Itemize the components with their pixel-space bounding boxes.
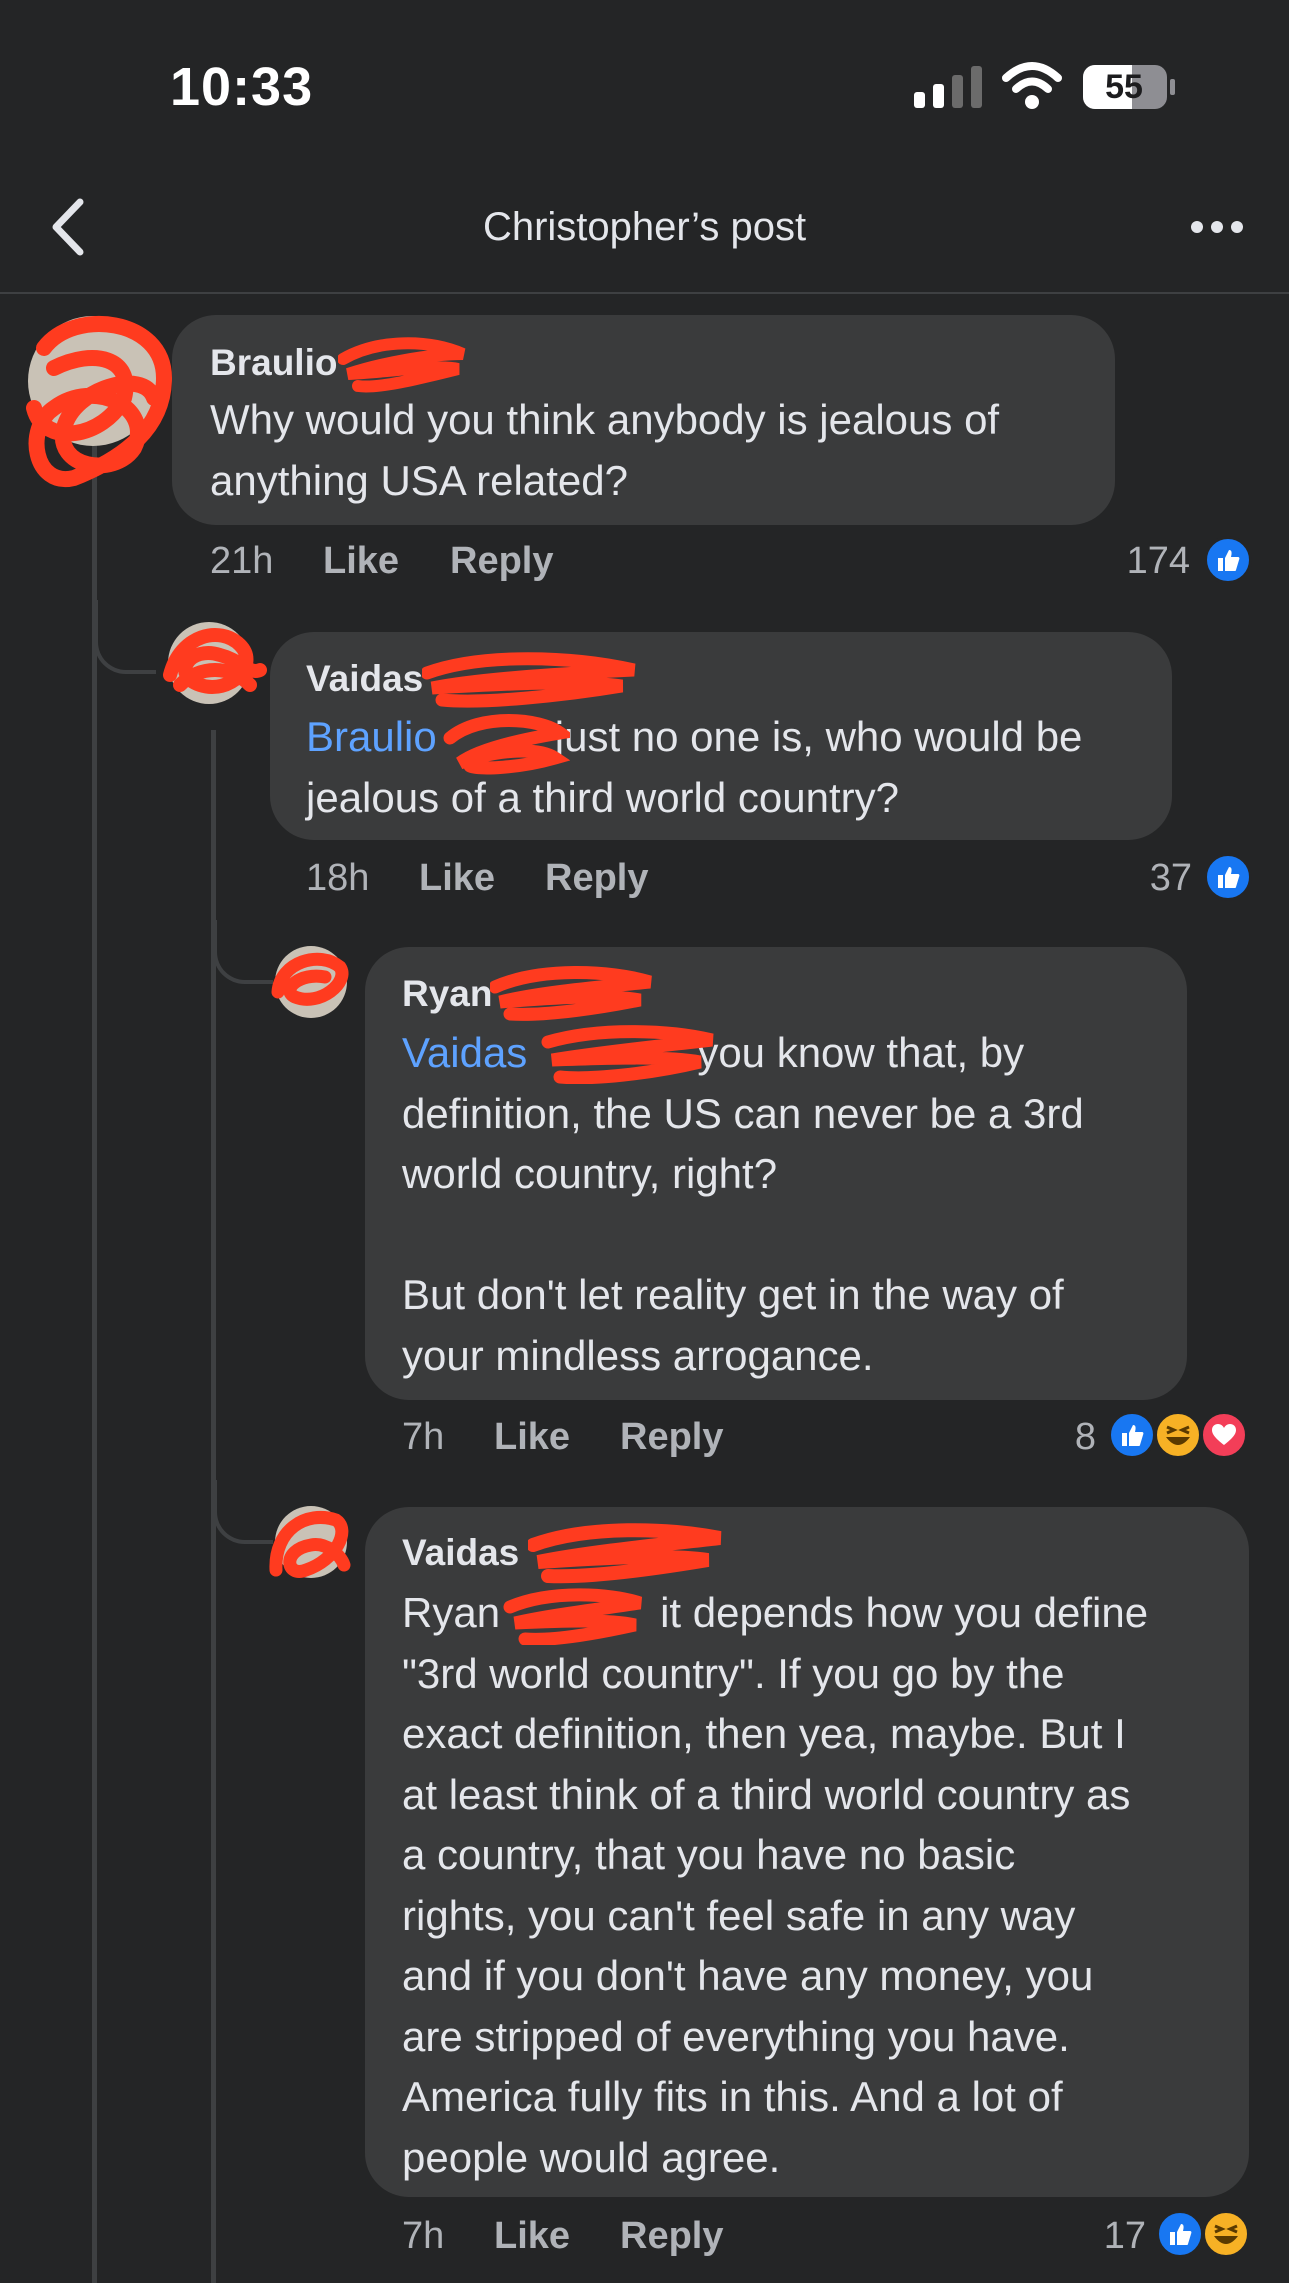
comment-author[interactable]: Vaidas bbox=[402, 1532, 519, 1574]
thread-connector-2 bbox=[213, 920, 273, 984]
redaction-mark bbox=[443, 714, 570, 775]
wifi-icon bbox=[1002, 62, 1062, 109]
like-icon bbox=[1108, 1411, 1156, 1459]
like-icon bbox=[1204, 536, 1252, 584]
reply-button[interactable]: Reply bbox=[620, 2215, 723, 2258]
redaction-mark bbox=[422, 652, 636, 708]
reply-button[interactable]: Reply bbox=[620, 1416, 723, 1459]
redaction-scribble bbox=[163, 628, 267, 694]
redaction-scribble bbox=[269, 1510, 351, 1578]
like-button[interactable]: Like bbox=[494, 1416, 570, 1459]
thread-line-main bbox=[92, 420, 97, 2283]
like-button[interactable]: Like bbox=[323, 540, 399, 583]
comment-author[interactable]: Ryan bbox=[402, 973, 492, 1015]
haha-icon bbox=[1154, 1411, 1202, 1459]
haha-icon bbox=[1202, 2210, 1250, 2258]
like-icon bbox=[1156, 2210, 1204, 2258]
comment-text: Braulio just no one is, who would be jeal… bbox=[306, 713, 1083, 821]
redaction-scribble bbox=[271, 952, 349, 1006]
reaction-count[interactable]: 37 bbox=[1112, 857, 1192, 900]
comment-text: Why would you think anybody is jealous o… bbox=[210, 396, 1000, 504]
comment-time: 21h bbox=[210, 540, 274, 582]
reply-button[interactable]: Reply bbox=[545, 857, 648, 900]
comment-time: 7h bbox=[402, 1416, 445, 1458]
love-icon bbox=[1200, 1411, 1248, 1459]
thread-connector-1 bbox=[94, 600, 156, 674]
comment-text: Vaidas you know that, by definition, the … bbox=[402, 1029, 1084, 1379]
battery-level: 55 bbox=[1105, 67, 1143, 106]
like-button[interactable]: Like bbox=[494, 2215, 570, 2258]
redaction-scribble bbox=[26, 316, 173, 488]
redaction-mark bbox=[338, 337, 466, 393]
redaction-mark bbox=[490, 966, 652, 1021]
reaction-count[interactable]: 17 bbox=[1066, 2215, 1146, 2258]
thread-connector-3 bbox=[213, 1480, 273, 1544]
comment-time: 18h bbox=[306, 857, 370, 899]
nav-divider bbox=[0, 292, 1289, 294]
redaction-mark bbox=[503, 1588, 643, 1645]
comment-author[interactable]: Braulio bbox=[210, 342, 337, 384]
status-time: 10:33 bbox=[170, 57, 314, 117]
comment-text: Ryan it depends how you define "3rd world… bbox=[402, 1589, 1149, 2181]
page-title: Christopher’s post bbox=[482, 205, 807, 249]
comment-author[interactable]: Vaidas bbox=[306, 658, 423, 700]
like-icon bbox=[1204, 853, 1252, 901]
reaction-count[interactable]: 174 bbox=[1110, 540, 1190, 583]
more-options-icon[interactable] bbox=[1190, 216, 1244, 238]
comment-time: 7h bbox=[402, 2215, 445, 2257]
cellular-signal-icon bbox=[914, 66, 982, 108]
mention-link[interactable]: Ryan bbox=[402, 1589, 500, 1636]
mention-link[interactable]: Braulio bbox=[306, 713, 437, 760]
mention-link[interactable]: Vaidas bbox=[402, 1029, 527, 1076]
reaction-count[interactable]: 8 bbox=[1016, 1416, 1096, 1459]
redaction-mark bbox=[541, 1025, 714, 1084]
like-button[interactable]: Like bbox=[419, 857, 495, 900]
redaction-mark bbox=[528, 1523, 722, 1584]
reply-button[interactable]: Reply bbox=[450, 540, 553, 583]
